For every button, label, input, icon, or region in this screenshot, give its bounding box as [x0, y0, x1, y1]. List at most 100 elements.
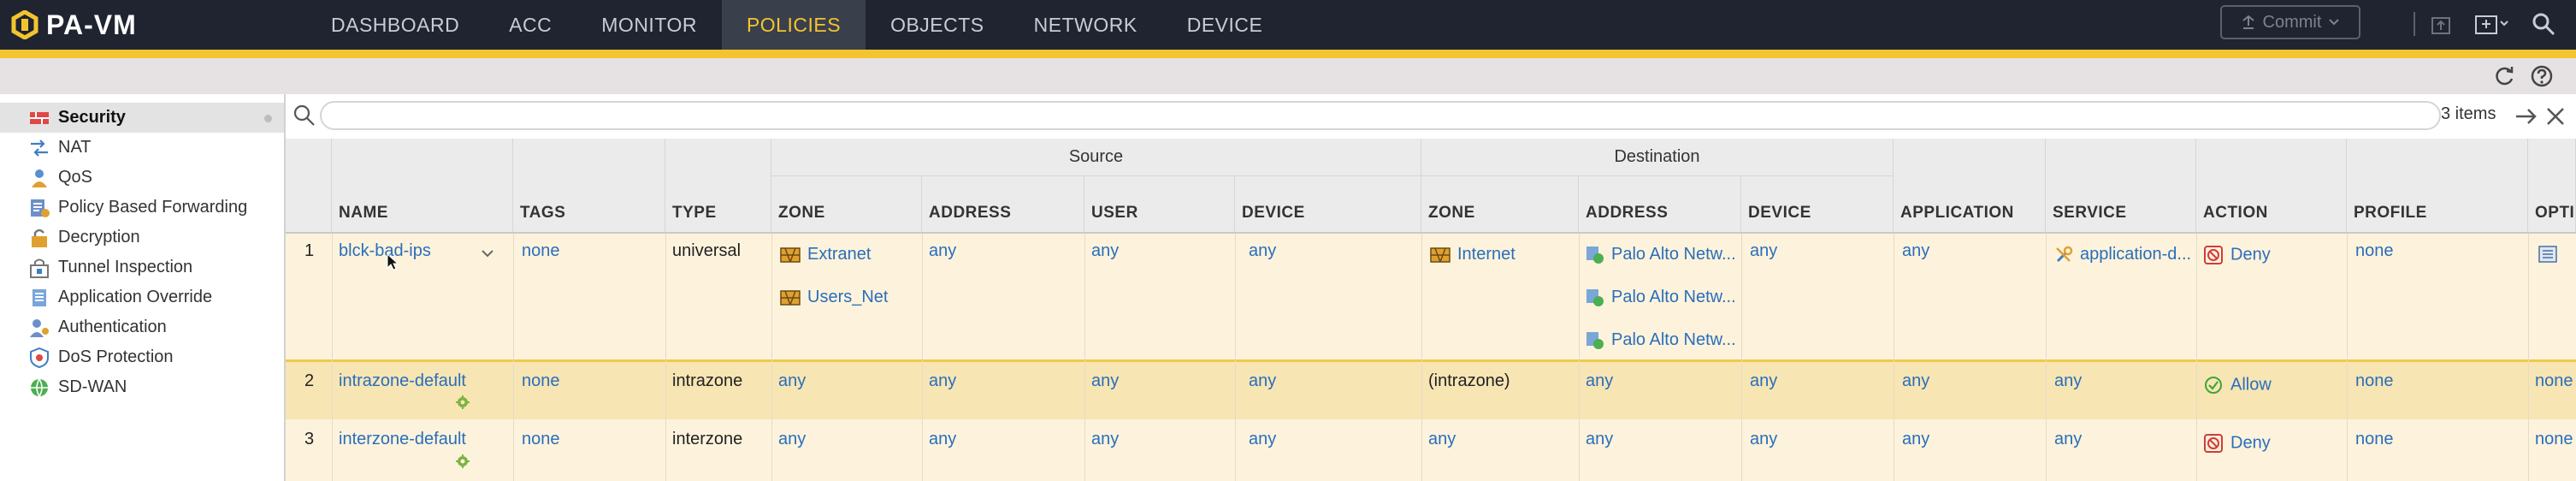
rule-tags[interactable]: none	[522, 430, 560, 449]
service-tools-icon	[2056, 246, 2073, 262]
profile[interactable]: none	[2355, 430, 2394, 449]
col-divider	[332, 234, 333, 481]
application[interactable]: any	[1902, 241, 1929, 261]
destination-zone[interactable]: any	[1428, 430, 1456, 449]
tab-device[interactable]: DEVICE	[1162, 0, 1288, 50]
profile[interactable]: none	[2355, 241, 2394, 261]
search-icon[interactable]	[2528, 9, 2559, 39]
options[interactable]: none	[2535, 430, 2573, 449]
source-device[interactable]: any	[1249, 430, 1276, 449]
destination-device[interactable]: any	[1750, 430, 1777, 449]
config-lock-icon[interactable]	[2425, 9, 2456, 39]
source-user[interactable]: any	[1091, 430, 1119, 449]
rule-type: interzone	[672, 430, 743, 448]
row-number: 1	[304, 241, 315, 260]
header-action[interactable]: ACTION	[2196, 139, 2347, 233]
col-divider	[1741, 234, 1742, 481]
source-zone-item[interactable]: Users_Net	[780, 288, 888, 307]
service[interactable]: any	[2054, 430, 2082, 449]
zone-icon	[780, 246, 801, 263]
pa-logo[interactable]: PA-VM	[10, 7, 137, 43]
sidebar-item-sd-wan[interactable]: SD-WAN	[0, 372, 284, 402]
sidebar-item-authentication[interactable]: Authentication	[0, 312, 284, 342]
header-service[interactable]: SERVICE	[2046, 139, 2196, 233]
header-application[interactable]: APPLICATION	[1894, 139, 2046, 233]
source-device[interactable]: any	[1249, 241, 1276, 261]
sidebar-item-nat[interactable]: NAT	[0, 133, 284, 163]
header-source-address[interactable]: ADDRESS	[922, 176, 1084, 233]
commit-button[interactable]: Commit	[2220, 5, 2360, 39]
dos-icon	[30, 347, 49, 369]
sidebar-item-tunnel-inspection[interactable]: Tunnel Inspection	[0, 252, 284, 282]
accent-bar	[0, 50, 2576, 58]
sidebar-item-qos[interactable]: QoS	[0, 163, 284, 193]
col-divider	[1421, 234, 1422, 481]
help-icon[interactable]	[2528, 62, 2555, 90]
options[interactable]: none	[2535, 371, 2573, 391]
rule-name[interactable]: intrazone-default	[339, 371, 466, 391]
sidebar-item-dos-protection[interactable]: DoS Protection	[0, 342, 284, 372]
col-divider	[922, 234, 923, 481]
row-number: 3	[304, 430, 315, 448]
chevron-down-icon[interactable]	[481, 248, 494, 258]
refresh-icon[interactable]	[2490, 62, 2518, 90]
tab-acc[interactable]: ACC	[484, 0, 576, 50]
clear-filter-close-icon[interactable]	[2545, 106, 2566, 127]
sidebar-item-decryption[interactable]: Decryption	[0, 223, 284, 252]
header-options[interactable]: OPTIONS	[2528, 139, 2576, 233]
destination-zone[interactable]: (intrazone)	[1428, 371, 1510, 391]
source-address[interactable]: any	[929, 371, 956, 391]
source-user[interactable]: any	[1091, 371, 1119, 391]
header-destination-zone[interactable]: ZONE	[1421, 176, 1579, 233]
tab-monitor[interactable]: MONITOR	[576, 0, 722, 50]
destination-device[interactable]: any	[1750, 241, 1777, 261]
source-user[interactable]: any	[1091, 241, 1119, 261]
destination-address[interactable]: any	[1586, 371, 1613, 391]
header-profile[interactable]: PROFILE	[2347, 139, 2528, 233]
destination-address-item[interactable]: Palo Alto Netw...	[1586, 330, 1736, 350]
rule-tags[interactable]: none	[522, 241, 560, 261]
destination-address[interactable]: any	[1586, 430, 1613, 449]
header-tags[interactable]: TAGS	[513, 139, 665, 233]
sidebar-item-pbf[interactable]: Policy Based Forwarding	[0, 193, 284, 223]
source-address[interactable]: any	[929, 241, 956, 261]
source-zone[interactable]: any	[778, 371, 806, 391]
tab-dashboard[interactable]: DASHBOARD	[306, 0, 484, 50]
service-item[interactable]: application-d...	[2054, 245, 2191, 264]
application[interactable]: any	[1902, 371, 1929, 391]
rule-name[interactable]: interzone-default	[339, 430, 466, 449]
source-address[interactable]: any	[929, 430, 956, 449]
service[interactable]: any	[2054, 371, 2082, 391]
destination-device[interactable]: any	[1750, 371, 1777, 391]
profile[interactable]: none	[2355, 371, 2394, 391]
header-group-source: Source	[771, 139, 1421, 176]
tab-policies[interactable]: POLICIES	[721, 0, 866, 50]
header-destination-address[interactable]: ADDRESS	[1579, 176, 1741, 233]
filter-input[interactable]	[320, 101, 2441, 130]
zone-icon	[780, 289, 801, 306]
sidebar-item-security[interactable]: Security	[0, 103, 284, 133]
log-settings-icon[interactable]	[2538, 246, 2557, 263]
col-divider	[1084, 234, 1085, 481]
apply-filter-arrow-icon[interactable]	[2514, 106, 2538, 127]
tab-network[interactable]: NETWORK	[1009, 0, 1162, 50]
header-source-zone[interactable]: ZONE	[771, 176, 922, 233]
header-source-device[interactable]: DEVICE	[1235, 176, 1421, 233]
destination-address-item[interactable]: Palo Alto Netw...	[1586, 288, 1736, 307]
col-divider	[1579, 234, 1580, 481]
application[interactable]: any	[1902, 430, 1929, 449]
source-zone-item[interactable]: Extranet	[780, 245, 871, 264]
source-device[interactable]: any	[1249, 371, 1276, 391]
rule-tags[interactable]: none	[522, 371, 560, 391]
destination-zone-item[interactable]: Internet	[1430, 245, 1515, 264]
save-config-icon[interactable]	[2472, 9, 2513, 39]
header-type[interactable]: TYPE	[665, 139, 771, 233]
header-source-user[interactable]: USER	[1084, 176, 1235, 233]
source-zone[interactable]: any	[778, 430, 806, 449]
logo-mark-icon	[11, 10, 38, 39]
tab-objects[interactable]: OBJECTS	[866, 0, 1009, 50]
destination-address-item[interactable]: Palo Alto Netw...	[1586, 245, 1736, 264]
sidebar-item-application-override[interactable]: Application Override	[0, 282, 284, 312]
header-destination-device[interactable]: DEVICE	[1741, 176, 1894, 233]
header-name[interactable]: NAME	[332, 139, 513, 233]
